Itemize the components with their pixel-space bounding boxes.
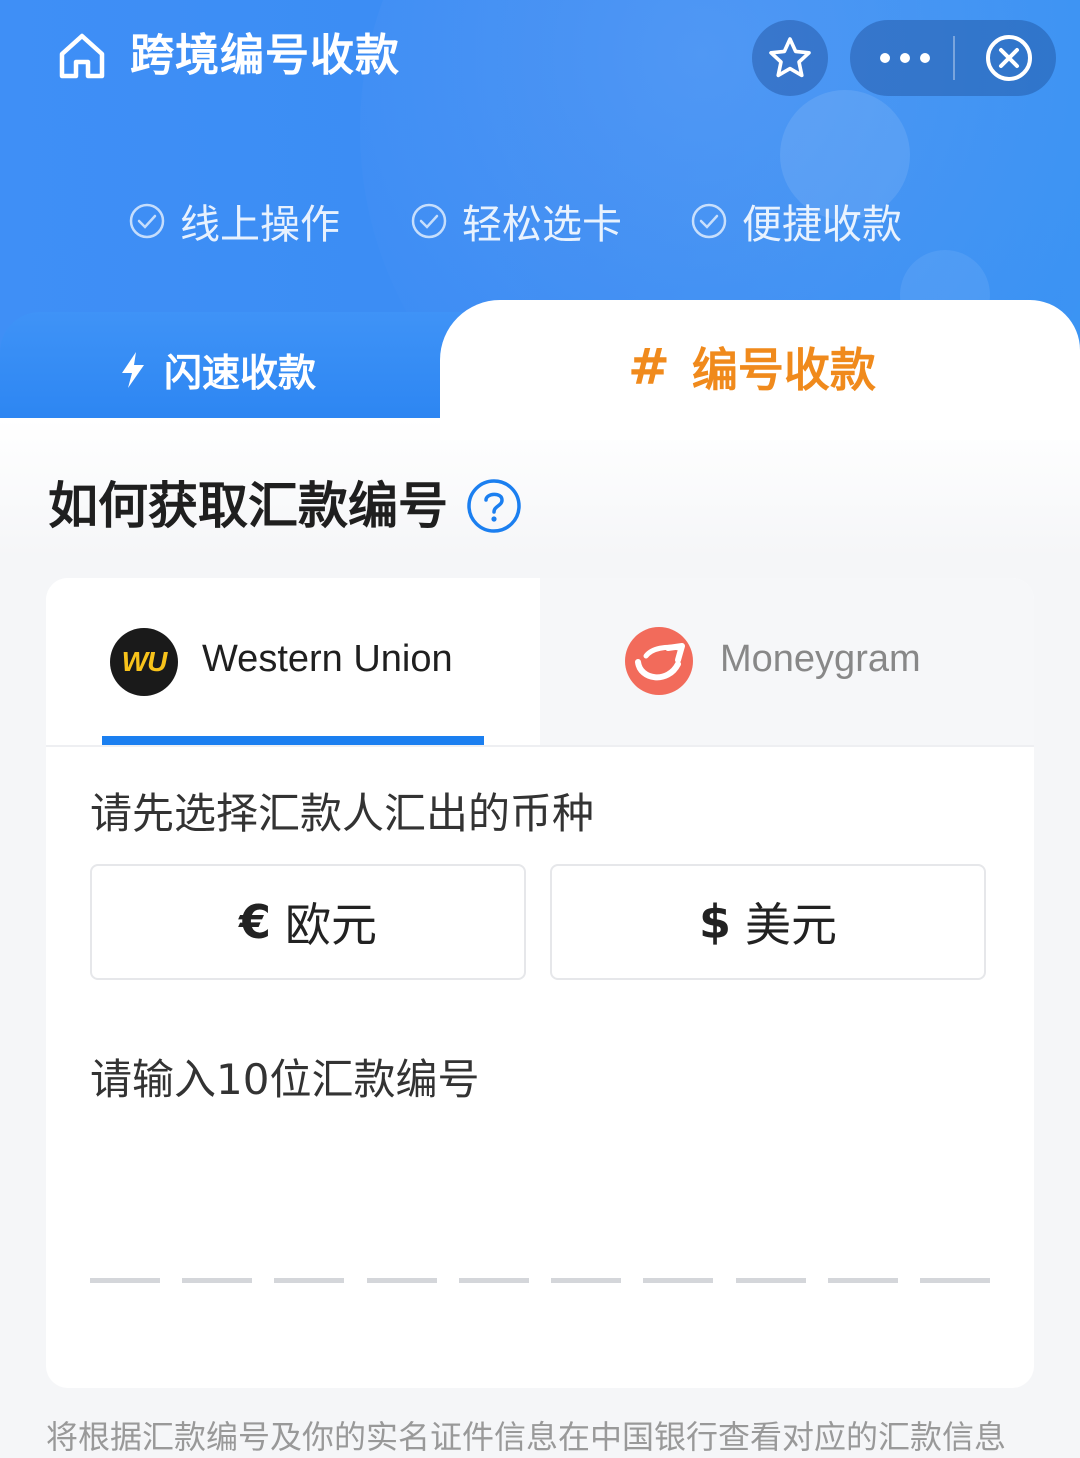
- home-icon[interactable]: [56, 30, 108, 82]
- close-circle-icon: [986, 35, 1032, 81]
- footer-note: 将根据汇款编号及你的实名证件信息在中国银行查看对应的汇款信息: [46, 1418, 1007, 1456]
- hash-icon: #: [628, 338, 670, 396]
- star-icon: [769, 37, 811, 78]
- moneygram-logo-icon: [625, 627, 693, 695]
- digit-slot[interactable]: [735, 1278, 806, 1283]
- currency-usd-button[interactable]: $ 美元: [550, 864, 986, 980]
- mini-program-capsule: [850, 20, 1056, 96]
- divider: [46, 745, 1034, 747]
- digit-slot[interactable]: [366, 1278, 437, 1283]
- euro-symbol: €: [238, 895, 271, 949]
- remittance-card: WU Western Union Moneygram 请先选择汇款人汇出的币种 …: [46, 578, 1034, 1388]
- capsule-divider: [953, 36, 955, 80]
- tab-moneygram[interactable]: Moneygram: [540, 578, 1034, 746]
- feature-online: 线上操作: [128, 195, 340, 248]
- currency-euro-button[interactable]: € 欧元: [90, 864, 526, 980]
- tab-number-receive[interactable]: # 编号收款: [440, 300, 1080, 440]
- close-button[interactable]: [962, 20, 1056, 96]
- section-title-text: 如何获取汇款编号: [48, 477, 448, 535]
- number-input-label: 请输入10位汇款编号: [90, 1055, 480, 1104]
- check-circle-icon: [691, 203, 727, 239]
- digit-slot[interactable]: [551, 1278, 622, 1283]
- tab-label: 编号收款: [691, 343, 876, 397]
- feature-label: 便捷收款: [742, 202, 902, 248]
- digit-slot[interactable]: [182, 1278, 253, 1283]
- section-title: 如何获取汇款编号: [48, 474, 522, 538]
- currency-label: 请先选择汇款人汇出的币种: [90, 789, 595, 838]
- digit-slot[interactable]: [458, 1278, 529, 1283]
- feature-card: 轻松选卡: [410, 195, 622, 248]
- lightning-icon: [122, 351, 144, 388]
- more-dots-icon: [880, 53, 930, 63]
- tab-western-union[interactable]: WU Western Union: [46, 578, 540, 746]
- digit-slot[interactable]: [920, 1278, 990, 1283]
- page-title: 跨境编号收款: [130, 30, 400, 81]
- feature-label: 线上操作: [180, 202, 340, 248]
- dollar-symbol: $: [698, 895, 731, 949]
- check-circle-icon: [411, 203, 447, 239]
- feature-label: 轻松选卡: [462, 202, 622, 248]
- western-union-name: Western Union: [202, 638, 453, 680]
- tab-label: 闪速收款: [164, 351, 317, 395]
- moneygram-name: Moneygram: [720, 638, 921, 680]
- top-bar: 跨境编号收款: [0, 0, 1080, 115]
- currency-option-label: 美元: [745, 898, 837, 952]
- digit-slot[interactable]: [643, 1278, 714, 1283]
- digit-slot[interactable]: [274, 1278, 345, 1283]
- tab-flash-receive[interactable]: 闪速收款: [0, 312, 470, 418]
- help-icon[interactable]: [466, 478, 522, 534]
- digit-slot[interactable]: [827, 1278, 898, 1283]
- favorite-button[interactable]: [752, 20, 828, 96]
- feature-receive: 便捷收款: [690, 195, 902, 248]
- more-button[interactable]: [850, 20, 960, 96]
- currency-option-label: 欧元: [285, 898, 377, 952]
- check-circle-icon: [129, 203, 165, 239]
- digit-slot[interactable]: [90, 1278, 160, 1283]
- active-tab-indicator: [102, 736, 484, 745]
- western-union-logo: WU: [110, 628, 178, 696]
